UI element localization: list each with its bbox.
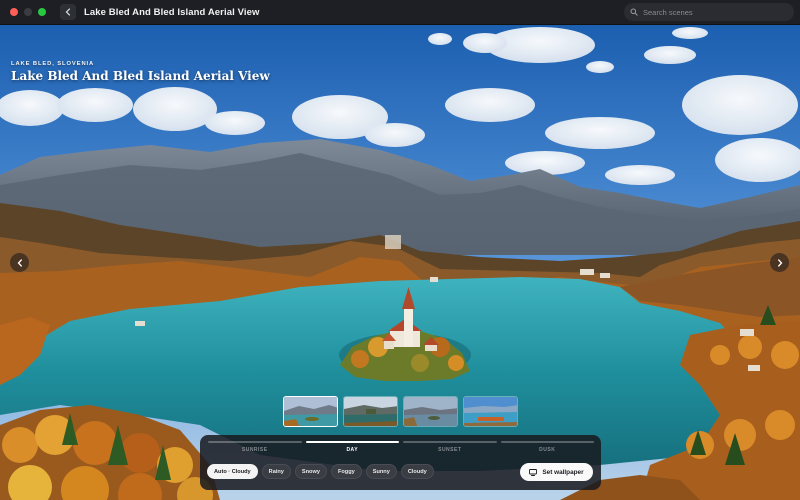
thumbnail-day-image: [344, 397, 397, 426]
next-scene-button[interactable]: [770, 253, 789, 272]
thumbnail-dusk-image: [464, 397, 517, 426]
timeline-sunrise-bar: [208, 441, 302, 443]
search-input[interactable]: [643, 7, 783, 17]
timeline-sunrise-label: SUNRISE: [241, 447, 268, 453]
scene-view: LAKE BLED, SLOVENIA Lake Bled And Bled I…: [0, 25, 800, 500]
weather-chip-sunny[interactable]: Sunny: [365, 464, 397, 479]
set-wallpaper-label: Set wallpaper: [542, 468, 584, 476]
timeline-day-bar: [305, 441, 399, 443]
weather-chip-rainy[interactable]: Rainy: [261, 464, 291, 479]
close-window-button[interactable]: [10, 8, 18, 16]
search-box[interactable]: [624, 3, 794, 21]
timeline-day[interactable]: DAY: [305, 441, 399, 453]
timeline-day-label: DAY: [346, 447, 359, 453]
timeline-sunset[interactable]: SUNSET: [403, 441, 497, 453]
weather-chip-cloudy[interactable]: Cloudy: [400, 464, 434, 479]
maximize-window-button[interactable]: [38, 8, 46, 16]
control-panel: SUNRISE DAY SUNSET DUSK Auto · Cloudy Ra…: [200, 435, 601, 490]
monitor-icon: [529, 468, 538, 476]
scene-title: Lake Bled And Bled Island Aerial View: [11, 69, 270, 83]
thumbnail-sunset[interactable]: [403, 396, 458, 427]
weather-chip-snowy[interactable]: Snowy: [294, 464, 327, 479]
weather-chip-foggy[interactable]: Foggy: [330, 464, 362, 479]
previous-scene-button[interactable]: [10, 253, 29, 272]
back-button[interactable]: [60, 4, 76, 20]
weather-chip-auto-cloudy[interactable]: Auto · Cloudy: [207, 464, 258, 479]
thumbnail-sunrise[interactable]: [283, 396, 338, 427]
search-icon: [630, 8, 638, 16]
thumbnail-sunset-image: [404, 397, 457, 426]
time-of-day-timeline: SUNRISE DAY SUNSET DUSK: [208, 441, 594, 453]
scene-thumbnails: [283, 396, 518, 427]
window-title: Lake Bled And Bled Island Aerial View: [84, 6, 260, 18]
chevron-left-icon: [17, 258, 22, 267]
window-controls: [10, 8, 46, 16]
title-bar: Lake Bled And Bled Island Aerial View: [0, 0, 800, 25]
weather-options: Auto · Cloudy Rainy Snowy Foggy Sunny Cl…: [207, 464, 434, 479]
chevron-right-icon: [777, 258, 782, 267]
thumbnail-sunrise-image: [284, 397, 337, 426]
location-caption: LAKE BLED, SLOVENIA Lake Bled And Bled I…: [11, 61, 270, 83]
timeline-sunrise[interactable]: SUNRISE: [208, 441, 302, 453]
location-subtitle: LAKE BLED, SLOVENIA: [11, 61, 95, 67]
minimize-window-button[interactable]: [24, 8, 32, 16]
timeline-dusk-bar: [500, 441, 594, 443]
set-wallpaper-button[interactable]: Set wallpaper: [520, 463, 593, 481]
timeline-dusk-label: DUSK: [539, 447, 556, 453]
thumbnail-dusk[interactable]: [463, 396, 518, 427]
timeline-dusk[interactable]: DUSK: [500, 441, 594, 453]
scene-image: [0, 25, 800, 500]
timeline-sunset-bar: [403, 441, 497, 443]
timeline-sunset-label: SUNSET: [438, 447, 462, 453]
chevron-left-icon: [65, 8, 71, 16]
thumbnail-day[interactable]: [343, 396, 398, 427]
